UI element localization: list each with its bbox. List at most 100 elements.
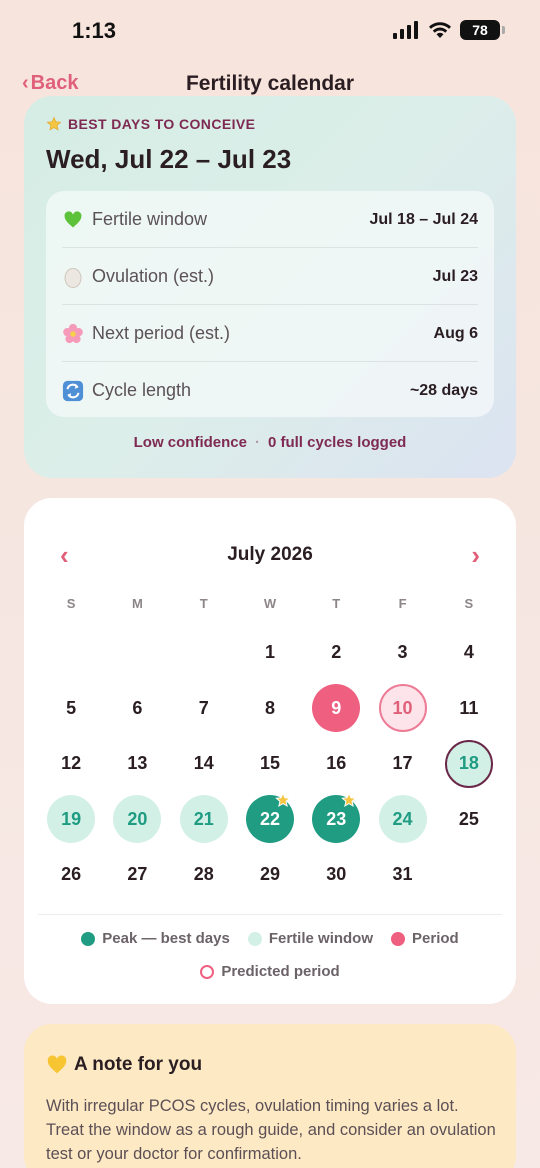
legend-period-label: Period	[412, 930, 459, 947]
calendar-day-12[interactable]: 12	[38, 736, 104, 792]
day-number: 31	[392, 864, 413, 885]
legend-peak-dot	[81, 931, 96, 946]
day-number: 20	[113, 795, 162, 844]
battery-indicator: 78	[460, 20, 505, 40]
calendar-day-30[interactable]: 30	[303, 847, 369, 903]
signal-icon	[393, 21, 418, 39]
info-row-cycle-length: Cycle length ~28 days	[62, 362, 478, 419]
calendar-day-2[interactable]: 2	[303, 625, 369, 681]
cycle-icon	[62, 380, 84, 402]
calendar-day-8[interactable]: 8	[237, 681, 303, 737]
calendar-day-31[interactable]: 31	[369, 847, 435, 903]
legend-predicted-label: Predicted period	[221, 963, 340, 980]
calendar-blank-cell	[104, 625, 170, 681]
calendar-day-29[interactable]: 29	[237, 847, 303, 903]
day-number: 27	[127, 864, 148, 885]
day-number: 1	[264, 642, 275, 663]
calendar-day-4[interactable]: 4	[436, 625, 502, 681]
calendar-day-22[interactable]: 22	[237, 791, 303, 848]
note-title: A note for you	[46, 1054, 202, 1076]
info-label: Ovulation (est.)	[92, 266, 215, 286]
egg-icon	[62, 266, 84, 288]
calendar-day-15[interactable]: 15	[237, 736, 303, 792]
calendar-day-6[interactable]: 6	[104, 681, 170, 737]
flower-icon	[62, 323, 84, 345]
green-heart-icon	[62, 209, 84, 231]
day-number: 19	[47, 795, 96, 844]
calendar-day-20[interactable]: 20	[104, 792, 170, 848]
weekday-label: S	[464, 596, 474, 611]
day-number: 3	[397, 642, 408, 663]
legend-fertile: Fertile window	[247, 930, 374, 947]
star-icon	[46, 116, 62, 131]
confidence-line: Low confidence · 0 full cycles logged	[24, 434, 516, 451]
calendar-day-23[interactable]: 23	[303, 791, 369, 848]
legend-fertile-label: Fertile window	[268, 930, 374, 947]
day-number: 5	[66, 697, 77, 718]
calendar-day-16[interactable]: 16	[303, 736, 369, 792]
calendar-day-9[interactable]: 9	[303, 681, 369, 737]
legend-fertile-dot	[247, 931, 262, 946]
day-number: 15	[259, 753, 280, 774]
calendar-day-28[interactable]: 28	[171, 847, 237, 903]
next-month-button[interactable]: ›	[471, 542, 480, 568]
calendar-day-21[interactable]: 21	[171, 792, 237, 848]
calendar-day-3[interactable]: 3	[369, 625, 435, 681]
note-body: With irregular PCOS cycles, ovulation ti…	[46, 1097, 496, 1163]
info-label: Next period (est.)	[92, 323, 231, 343]
calendar-day-26[interactable]: 26	[38, 847, 104, 903]
cycles-logged-label: 0 full cycles logged	[267, 434, 407, 451]
day-number: 13	[127, 753, 148, 774]
calendar-blank-cell	[171, 625, 237, 681]
note-title-text: A note for you	[74, 1054, 203, 1075]
calendar-day-27[interactable]: 27	[104, 847, 170, 903]
info-row-ovulation: Ovulation (est.) Jul 23	[62, 248, 478, 305]
calendar-day-25[interactable]: 25	[436, 792, 502, 848]
day-number: 7	[198, 697, 209, 718]
calendar-day-1[interactable]: 1	[237, 625, 303, 681]
calendar-day-13[interactable]: 13	[104, 736, 170, 792]
star-icon	[275, 791, 292, 812]
day-number: 6	[132, 697, 143, 718]
legend-peak: Peak — best days	[81, 930, 230, 947]
info-label: Fertile window	[92, 209, 208, 229]
weekday-label: S	[66, 596, 76, 611]
day-number: 29	[259, 864, 280, 885]
calendar-day-5[interactable]: 5	[38, 681, 104, 737]
calendar-day-10[interactable]: 10	[369, 681, 435, 737]
best-days-card: BEST DAYS TO CONCEIVE Wed, Jul 22 – Jul …	[24, 96, 516, 478]
best-days-headline: Wed, Jul 22 – Jul 23	[46, 144, 292, 174]
calendar-day-24[interactable]: 24	[369, 792, 435, 848]
calendar-month-title: July 2026	[227, 544, 313, 565]
weekday-label: M	[132, 596, 143, 611]
day-number: 25	[458, 808, 479, 829]
day-number: 9	[312, 684, 361, 733]
weekday-label: T	[332, 596, 341, 611]
page-title: Fertility calendar	[185, 72, 355, 95]
legend-predicted: Predicted period	[200, 963, 340, 980]
day-number: 8	[264, 697, 275, 718]
calendar-day-19[interactable]: 19	[38, 792, 104, 848]
day-number: 10	[378, 684, 427, 733]
calendar-day-18[interactable]: 18	[436, 736, 502, 792]
calendar-day-17[interactable]: 17	[369, 736, 435, 792]
day-number: 14	[193, 753, 214, 774]
calendar-day-11[interactable]: 11	[436, 681, 502, 737]
best-days-eyebrow: BEST DAYS TO CONCEIVE	[46, 116, 255, 132]
info-row-next-period: Next period (est.) Aug 6	[62, 305, 478, 362]
weekday-label: F	[398, 596, 407, 611]
day-number: 12	[61, 753, 82, 774]
legend-period: Period	[391, 930, 459, 947]
calendar-day-7[interactable]: 7	[171, 681, 237, 737]
calendar-legend: Peak — best days Fertile window Period P…	[24, 930, 516, 996]
day-number: 17	[392, 753, 413, 774]
calendar-blank-cell	[38, 625, 104, 681]
legend-period-dot	[391, 931, 406, 946]
day-number: 24	[378, 795, 427, 844]
calendar-header: ‹ July 2026 ›	[24, 540, 516, 570]
cycle-info-box: Fertile window Jul 18 – Jul 24 Ovulation…	[46, 191, 494, 417]
calendar-day-14[interactable]: 14	[171, 736, 237, 792]
battery-level: 78	[472, 22, 488, 38]
calendar-divider	[38, 914, 502, 915]
eyebrow-text: BEST DAYS TO CONCEIVE	[68, 116, 256, 132]
